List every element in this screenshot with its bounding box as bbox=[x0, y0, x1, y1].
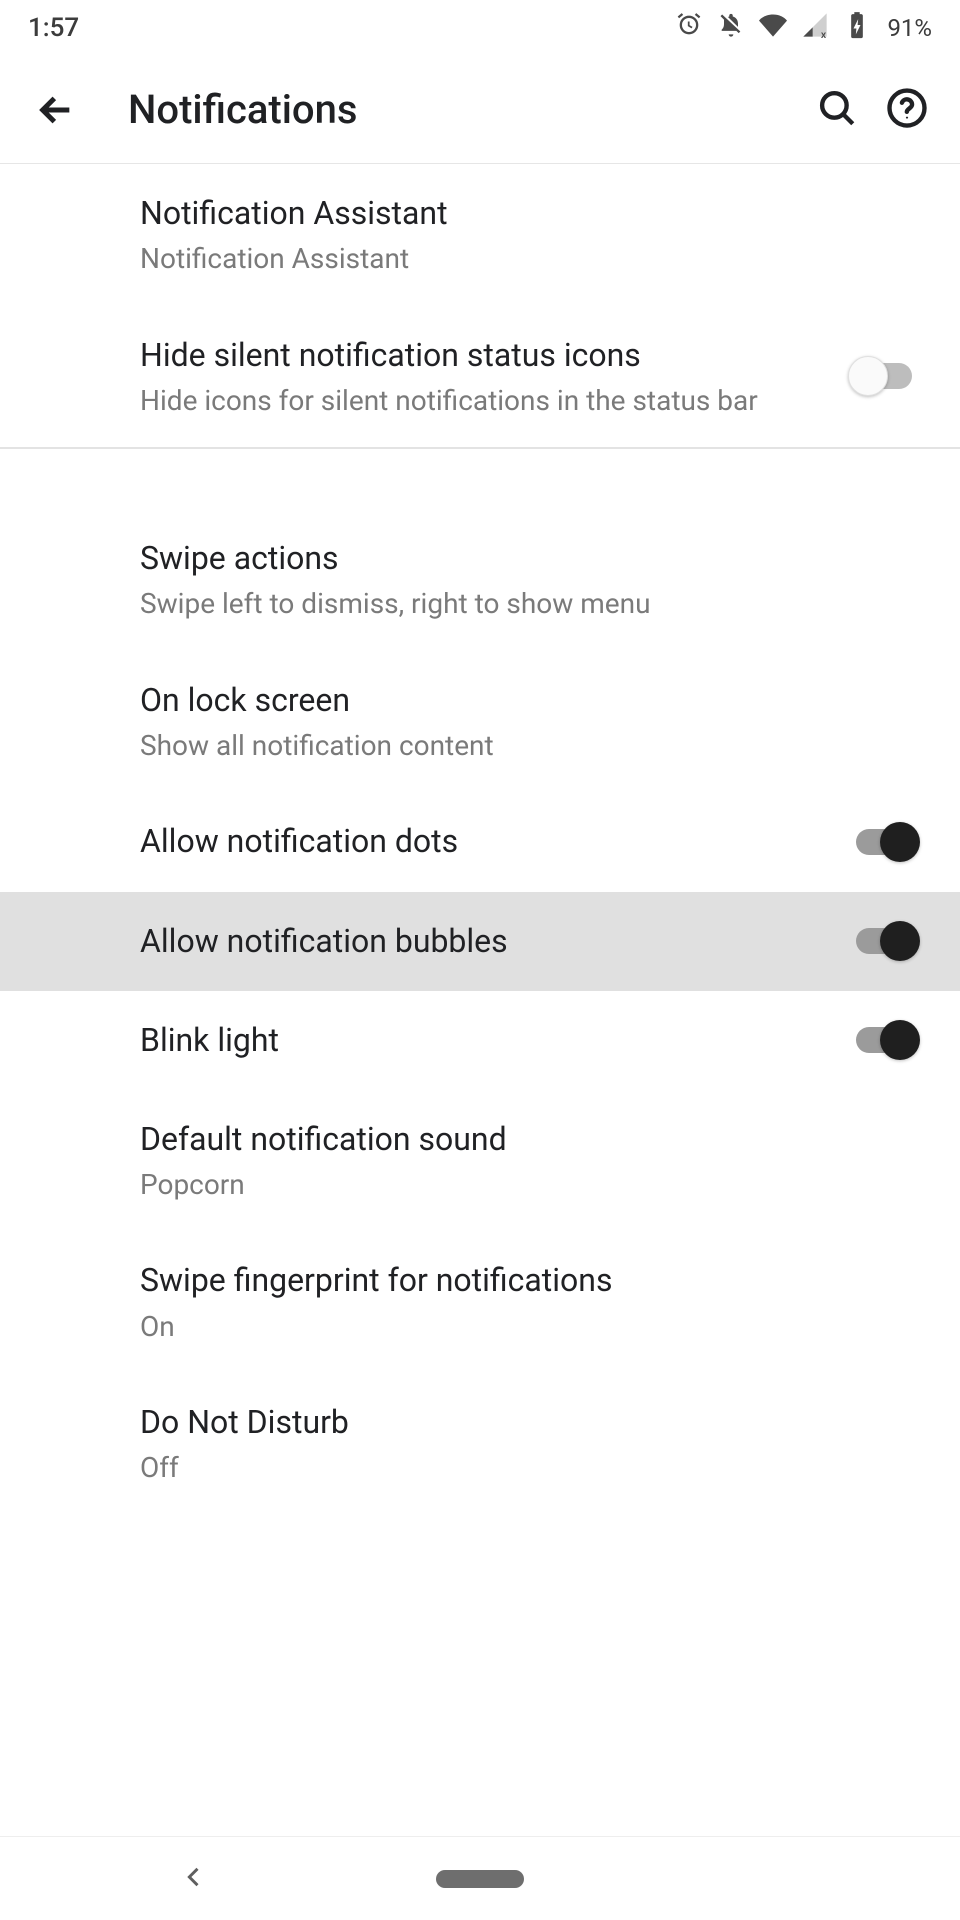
wifi-icon bbox=[759, 11, 787, 46]
battery-icon bbox=[843, 11, 871, 46]
row-title: Default notification sound bbox=[140, 1118, 920, 1161]
row-notification-assistant[interactable]: Notification Assistant Notification Assi… bbox=[0, 164, 960, 306]
row-subtitle: Hide icons for silent notifications in t… bbox=[140, 383, 828, 419]
row-title: Hide silent notification status icons bbox=[140, 334, 828, 377]
row-title: Blink light bbox=[140, 1019, 828, 1062]
alarm-icon bbox=[675, 11, 703, 46]
toggle-hide-silent-icons[interactable] bbox=[848, 356, 920, 396]
row-subtitle: Swipe left to dismiss, right to show men… bbox=[140, 586, 920, 622]
battery-text: 91% bbox=[887, 14, 932, 42]
search-button[interactable] bbox=[816, 87, 858, 133]
row-swipe-fingerprint[interactable]: Swipe fingerprint for notifications On bbox=[0, 1231, 960, 1373]
signal-icon: x bbox=[801, 11, 829, 46]
status-bar: 1:57 x 91% bbox=[0, 0, 960, 56]
toggle-allow-dots[interactable] bbox=[848, 822, 920, 862]
status-time: 1:57 bbox=[28, 13, 79, 43]
nav-back-button[interactable] bbox=[180, 1863, 208, 1895]
row-hide-silent-icons[interactable]: Hide silent notification status icons Hi… bbox=[0, 306, 960, 448]
navigation-bar bbox=[0, 1836, 960, 1920]
row-title: Swipe fingerprint for notifications bbox=[140, 1259, 920, 1302]
row-allow-bubbles[interactable]: Allow notification bubbles bbox=[0, 892, 960, 991]
row-title: Notification Assistant bbox=[140, 192, 920, 235]
app-bar: Notifications bbox=[0, 56, 960, 164]
back-button[interactable] bbox=[32, 86, 80, 134]
row-subtitle: Popcorn bbox=[140, 1167, 920, 1203]
row-do-not-disturb[interactable]: Do Not Disturb Off bbox=[0, 1373, 960, 1515]
row-title: Allow notification dots bbox=[140, 820, 828, 863]
row-title: Do Not Disturb bbox=[140, 1401, 920, 1444]
svg-text:x: x bbox=[821, 27, 827, 38]
dnd-off-icon bbox=[717, 11, 745, 46]
row-title: Allow notification bubbles bbox=[140, 920, 828, 963]
toggle-allow-bubbles[interactable] bbox=[848, 921, 920, 961]
row-subtitle: Show all notification content bbox=[140, 728, 920, 764]
row-default-sound[interactable]: Default notification sound Popcorn bbox=[0, 1090, 960, 1232]
row-allow-dots[interactable]: Allow notification dots bbox=[0, 792, 960, 891]
row-title: Swipe actions bbox=[140, 537, 920, 580]
toggle-blink-light[interactable] bbox=[848, 1020, 920, 1060]
settings-list: Notification Assistant Notification Assi… bbox=[0, 164, 960, 1515]
page-title: Notifications bbox=[128, 86, 816, 133]
row-subtitle: Notification Assistant bbox=[140, 241, 920, 277]
row-title: On lock screen bbox=[140, 679, 920, 722]
row-on-lock-screen[interactable]: On lock screen Show all notification con… bbox=[0, 651, 960, 793]
row-swipe-actions[interactable]: Swipe actions Swipe left to dismiss, rig… bbox=[0, 509, 960, 651]
help-button[interactable] bbox=[886, 87, 928, 133]
row-subtitle: Off bbox=[140, 1450, 920, 1486]
nav-home-pill[interactable] bbox=[436, 1870, 524, 1888]
row-subtitle: On bbox=[140, 1309, 920, 1345]
status-right: x 91% bbox=[675, 11, 932, 46]
row-blink-light[interactable]: Blink light bbox=[0, 991, 960, 1090]
